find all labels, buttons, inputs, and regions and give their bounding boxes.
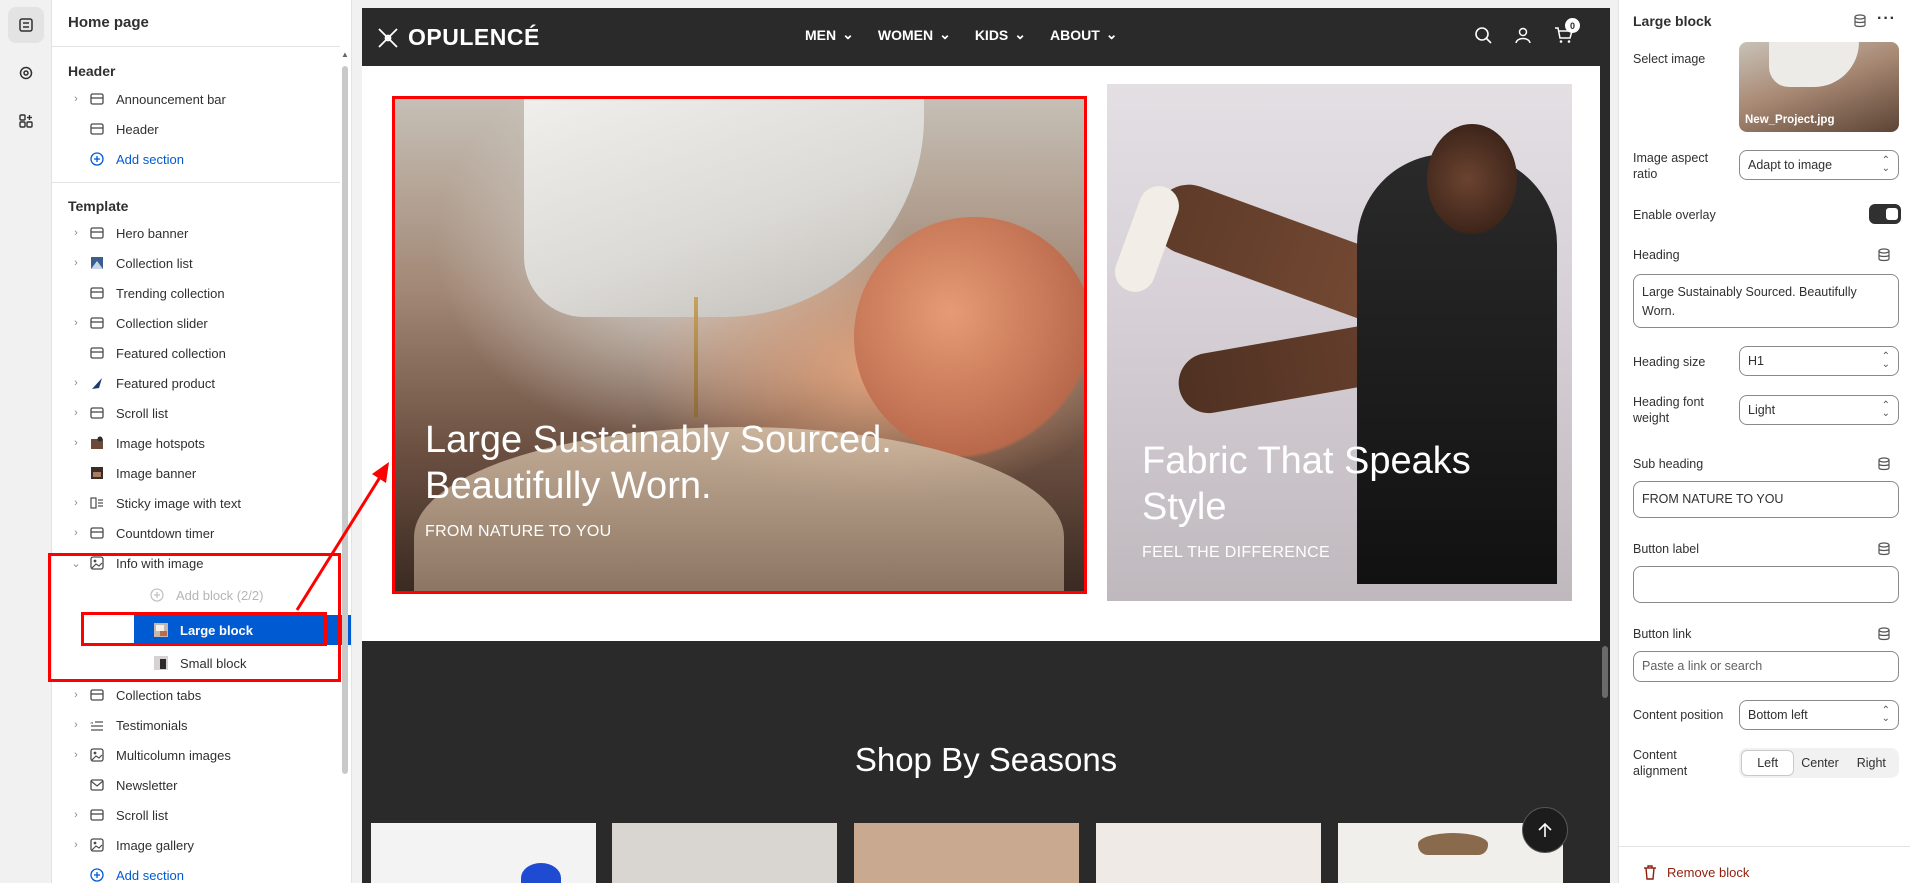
panel-title: Large block — [1633, 13, 1712, 29]
content-position-select[interactable]: Bottom left ⌃ ⌄ — [1739, 700, 1899, 730]
more-options-icon[interactable]: ··· — [1877, 10, 1896, 28]
heading-input[interactable]: Large Sustainably Sourced. Beautifully W… — [1633, 274, 1899, 328]
image-picker[interactable]: New_Project.jpg — [1739, 42, 1899, 132]
subheading-input[interactable]: FROM NATURE TO YOU — [1633, 481, 1899, 518]
dynamic-source-icon[interactable] — [1877, 627, 1891, 641]
alignment-segmented-control: Left Center Right — [1739, 748, 1899, 778]
dynamic-source-icon[interactable] — [1877, 248, 1891, 262]
chevron-updown-icon: ⌃ ⌄ — [1881, 705, 1890, 724]
overlay-toggle[interactable] — [1869, 204, 1901, 224]
chevron-updown-icon: ⌃ ⌄ — [1881, 400, 1890, 419]
heading-weight-label: Heading font weight — [1633, 395, 1704, 425]
remove-block-button[interactable]: Remove block — [1643, 864, 1749, 880]
button-label-label: Button label — [1633, 542, 1700, 556]
select-value: Light — [1748, 403, 1776, 417]
heading-label: Heading — [1633, 248, 1680, 262]
image-filename: New_Project.jpg — [1745, 114, 1835, 126]
select-value: H1 — [1748, 354, 1764, 368]
aspect-ratio-select[interactable]: Adapt to image ⌃ ⌄ — [1739, 150, 1899, 180]
subheading-label: Sub heading — [1633, 457, 1704, 471]
block-settings-panel: Large block ··· Select image New_Project… — [1618, 0, 1910, 883]
button-link-label: Button link — [1633, 627, 1692, 641]
dynamic-source-icon[interactable] — [1877, 457, 1891, 471]
dynamic-source-icon[interactable] — [1853, 14, 1867, 31]
trash-icon — [1644, 865, 1656, 880]
overlay-label: Enable overlay — [1633, 208, 1716, 222]
align-right-button[interactable]: Right — [1846, 750, 1897, 776]
theme-editor: Home page Header › Announcement bar Head… — [0, 0, 1910, 883]
divider — [1619, 846, 1910, 847]
heading-size-select[interactable]: H1 ⌃ ⌄ — [1739, 346, 1899, 376]
heading-size-label: Heading size — [1633, 355, 1706, 369]
content-position-label: Content position — [1633, 708, 1724, 722]
button-link-input[interactable]: Paste a link or search — [1633, 651, 1899, 682]
dynamic-source-icon[interactable] — [1877, 542, 1891, 556]
select-value: Adapt to image — [1748, 158, 1833, 172]
content-alignment-label: Content alignment — [1633, 748, 1688, 778]
chevron-updown-icon: ⌃ ⌄ — [1881, 351, 1890, 370]
button-label-input[interactable] — [1633, 566, 1899, 603]
heading-weight-select[interactable]: Light ⌃ ⌄ — [1739, 395, 1899, 425]
select-value: Bottom left — [1748, 708, 1808, 722]
align-left-button[interactable]: Left — [1741, 750, 1795, 776]
align-center-button[interactable]: Center — [1794, 750, 1845, 776]
chevron-updown-icon: ⌃ ⌄ — [1881, 155, 1890, 174]
select-image-label: Select image — [1633, 52, 1706, 66]
remove-label: Remove block — [1667, 864, 1750, 880]
aspect-ratio-label: Image aspect ratio — [1633, 151, 1709, 181]
